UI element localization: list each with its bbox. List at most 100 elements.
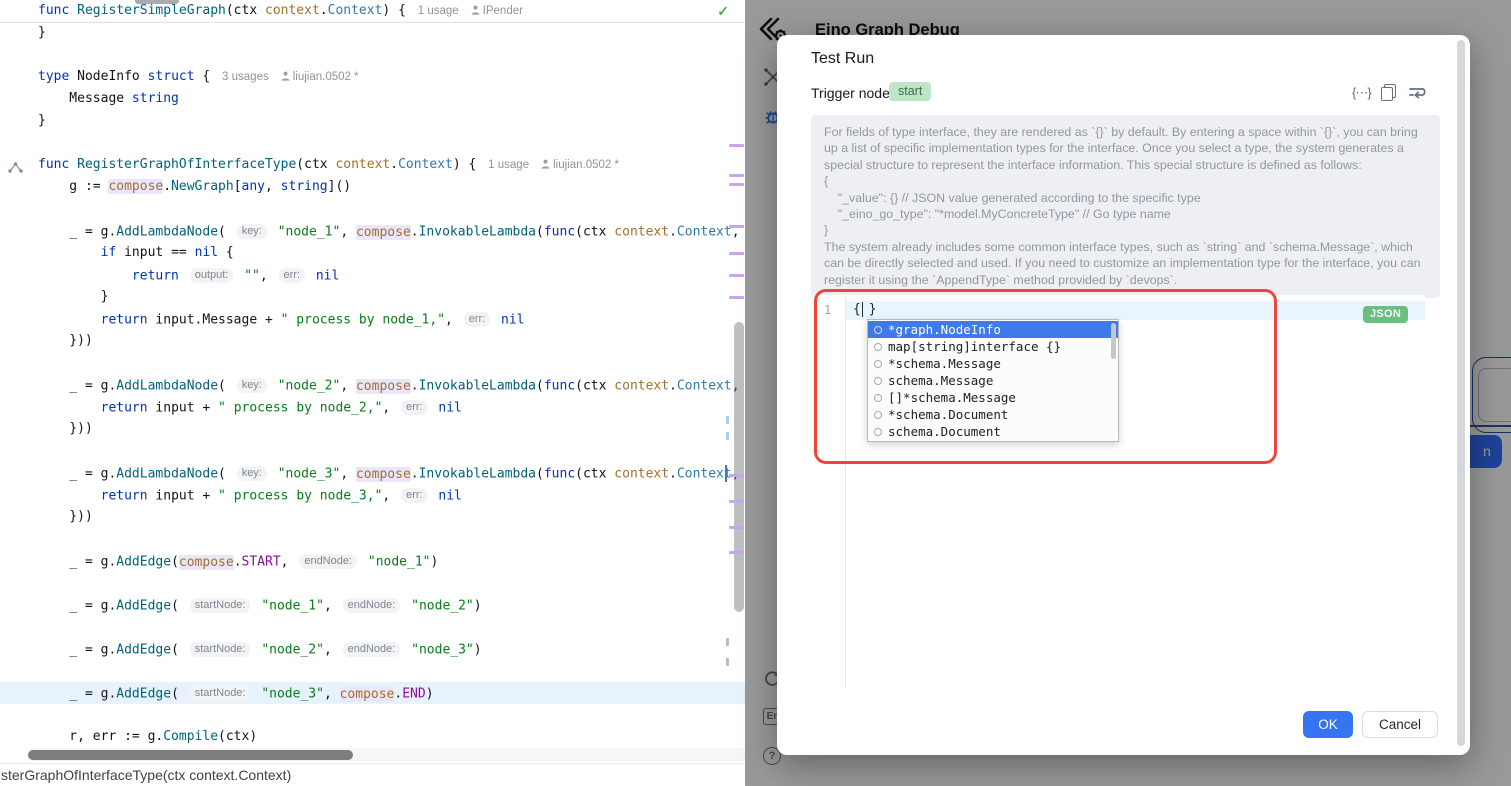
code-line[interactable]: if input == nil { (0, 242, 745, 264)
code-token: ]() (328, 179, 351, 194)
format-json-icon[interactable]: {⋯} (1352, 85, 1371, 101)
code-token: (ctx (296, 157, 335, 172)
code-line[interactable] (0, 132, 745, 154)
code-token: nil (438, 489, 461, 504)
code-token: "node_3" (411, 643, 474, 658)
code-token: , (340, 467, 356, 482)
code-token: nil (438, 401, 461, 416)
code-line[interactable]: return input.Message + " process by node… (0, 308, 745, 330)
code-token: err: (464, 312, 491, 327)
code-token: "node_1" (278, 225, 341, 240)
sticky-function-header: func RegisterSimpleGraph(ctx context.Con… (0, 0, 745, 23)
scrollbar-marker (726, 432, 729, 440)
code-token: [ (234, 179, 242, 194)
code-line[interactable]: })) (0, 506, 745, 528)
change-marker (729, 252, 744, 255)
code-line[interactable] (0, 704, 745, 726)
code-line[interactable]: func RegisterGraphOfInterfaceType(ctx co… (0, 154, 745, 176)
code-line[interactable] (0, 572, 745, 594)
editor-vertical-scrollbar[interactable] (734, 322, 744, 612)
code-token: input.Message + (148, 313, 281, 328)
code-token: END (402, 687, 425, 702)
code-line[interactable] (0, 616, 745, 638)
code-line[interactable] (0, 528, 745, 550)
code-line[interactable]: r, err := g.Compile(ctx) (0, 726, 745, 748)
code-token: _ = g. (38, 225, 116, 240)
code-line[interactable]: })) (0, 330, 745, 352)
code-token: ) (474, 643, 482, 658)
code-line[interactable]: _ = g.AddEdge( startNode: "node_1", endN… (0, 594, 745, 616)
code-line[interactable] (0, 660, 745, 682)
code-line[interactable]: return input + " process by node_2,", er… (0, 396, 745, 418)
code-token: compose (340, 687, 395, 702)
code-token: ( (171, 687, 187, 702)
code-token: key: (237, 224, 267, 239)
code-token: ( (171, 599, 187, 614)
code-token: startNode: (190, 642, 251, 657)
code-token: _ = g. (38, 687, 116, 702)
editor-caret (725, 465, 727, 482)
code-token: , (324, 643, 340, 658)
code-token: . (669, 379, 677, 394)
code-token: NodeInfo (77, 69, 147, 84)
code-line[interactable]: _ = g.AddLambdaNode( key: "node_1", comp… (0, 220, 745, 242)
code-token (403, 599, 411, 614)
code-token: Message (38, 91, 132, 106)
trigger-node-chip[interactable]: start (889, 82, 931, 101)
code-token (308, 269, 316, 284)
ok-button[interactable]: OK (1303, 711, 1353, 738)
code-token: err: (279, 268, 306, 283)
code-token: } (38, 113, 46, 128)
code-line[interactable]: _ = g.AddEdge( startNode: "node_3", comp… (0, 682, 745, 704)
interface-help-note: For fields of type interface, they are r… (811, 115, 1440, 298)
cancel-button[interactable]: Cancel (1362, 711, 1438, 738)
code-line[interactable] (0, 440, 745, 462)
dialog-scrollbar[interactable] (1457, 40, 1465, 746)
code-line[interactable]: _ = g.AddLambdaNode( key: "node_3", comp… (0, 462, 745, 484)
code-line[interactable]: _ = g.AddEdge( startNode: "node_2", endN… (0, 638, 745, 660)
code-line[interactable]: g := compose.NewGraph[any, string]() (0, 176, 745, 198)
code-line[interactable] (0, 352, 745, 374)
breadcrumb[interactable]: sterGraphOfInterfaceType(ctx context.Con… (1, 767, 291, 783)
wrap-lines-icon[interactable] (1408, 85, 1426, 106)
code-token: (ctx (575, 225, 614, 240)
inspection-ok-icon[interactable]: ✓ (717, 3, 729, 20)
code-token: "node_1" (368, 555, 431, 570)
code-line[interactable] (0, 44, 745, 66)
code-token: })) (38, 509, 93, 524)
code-token: Compile (163, 729, 218, 744)
code-line[interactable]: })) (0, 418, 745, 440)
code-line[interactable]: _ = g.AddEdge(compose.START, endNode: "n… (0, 550, 745, 572)
code-token: _ = g. (38, 467, 116, 482)
code-token: startNode: (190, 686, 251, 701)
code-token: input + (148, 489, 218, 504)
code-line[interactable]: return input + " process by node_3,", er… (0, 484, 745, 506)
code-token: (ctx (575, 379, 614, 394)
code-token: nil (195, 245, 218, 260)
code-token: nil (316, 269, 339, 284)
copy-icon[interactable] (1381, 84, 1395, 100)
code-token: ( (218, 225, 234, 240)
code-token (38, 245, 101, 260)
code-token: , (265, 179, 281, 194)
code-line[interactable]: } (0, 22, 745, 44)
code-editor[interactable]: func RegisterSimpleGraph(ctx context.Con… (0, 0, 745, 786)
app-window: func RegisterSimpleGraph(ctx context.Con… (0, 0, 1511, 786)
code-token: context (614, 379, 669, 394)
code-line[interactable]: _ = g.AddLambdaNode( key: "node_2", comp… (0, 374, 745, 396)
code-line[interactable]: } (0, 110, 745, 132)
editor-horizontal-scrollbar-thumb[interactable] (28, 750, 353, 760)
code-line[interactable]: Message string (0, 88, 745, 110)
code-token: func (38, 157, 77, 172)
code-token: r, err := g. (38, 729, 163, 744)
code-token: 1 usage (418, 5, 459, 17)
code-token: func (544, 225, 575, 240)
code-token: startNode: (190, 598, 251, 613)
graph-debug-gutter-icon[interactable] (7, 160, 24, 180)
code-line[interactable] (0, 198, 745, 220)
code-line[interactable]: } (0, 286, 745, 308)
code-line[interactable]: type NodeInfo struct { 3 usagesliujian.0… (0, 66, 745, 88)
code-token: ( (536, 225, 544, 240)
code-line[interactable]: return output: "", err: nil (0, 264, 745, 286)
code-token (270, 467, 278, 482)
